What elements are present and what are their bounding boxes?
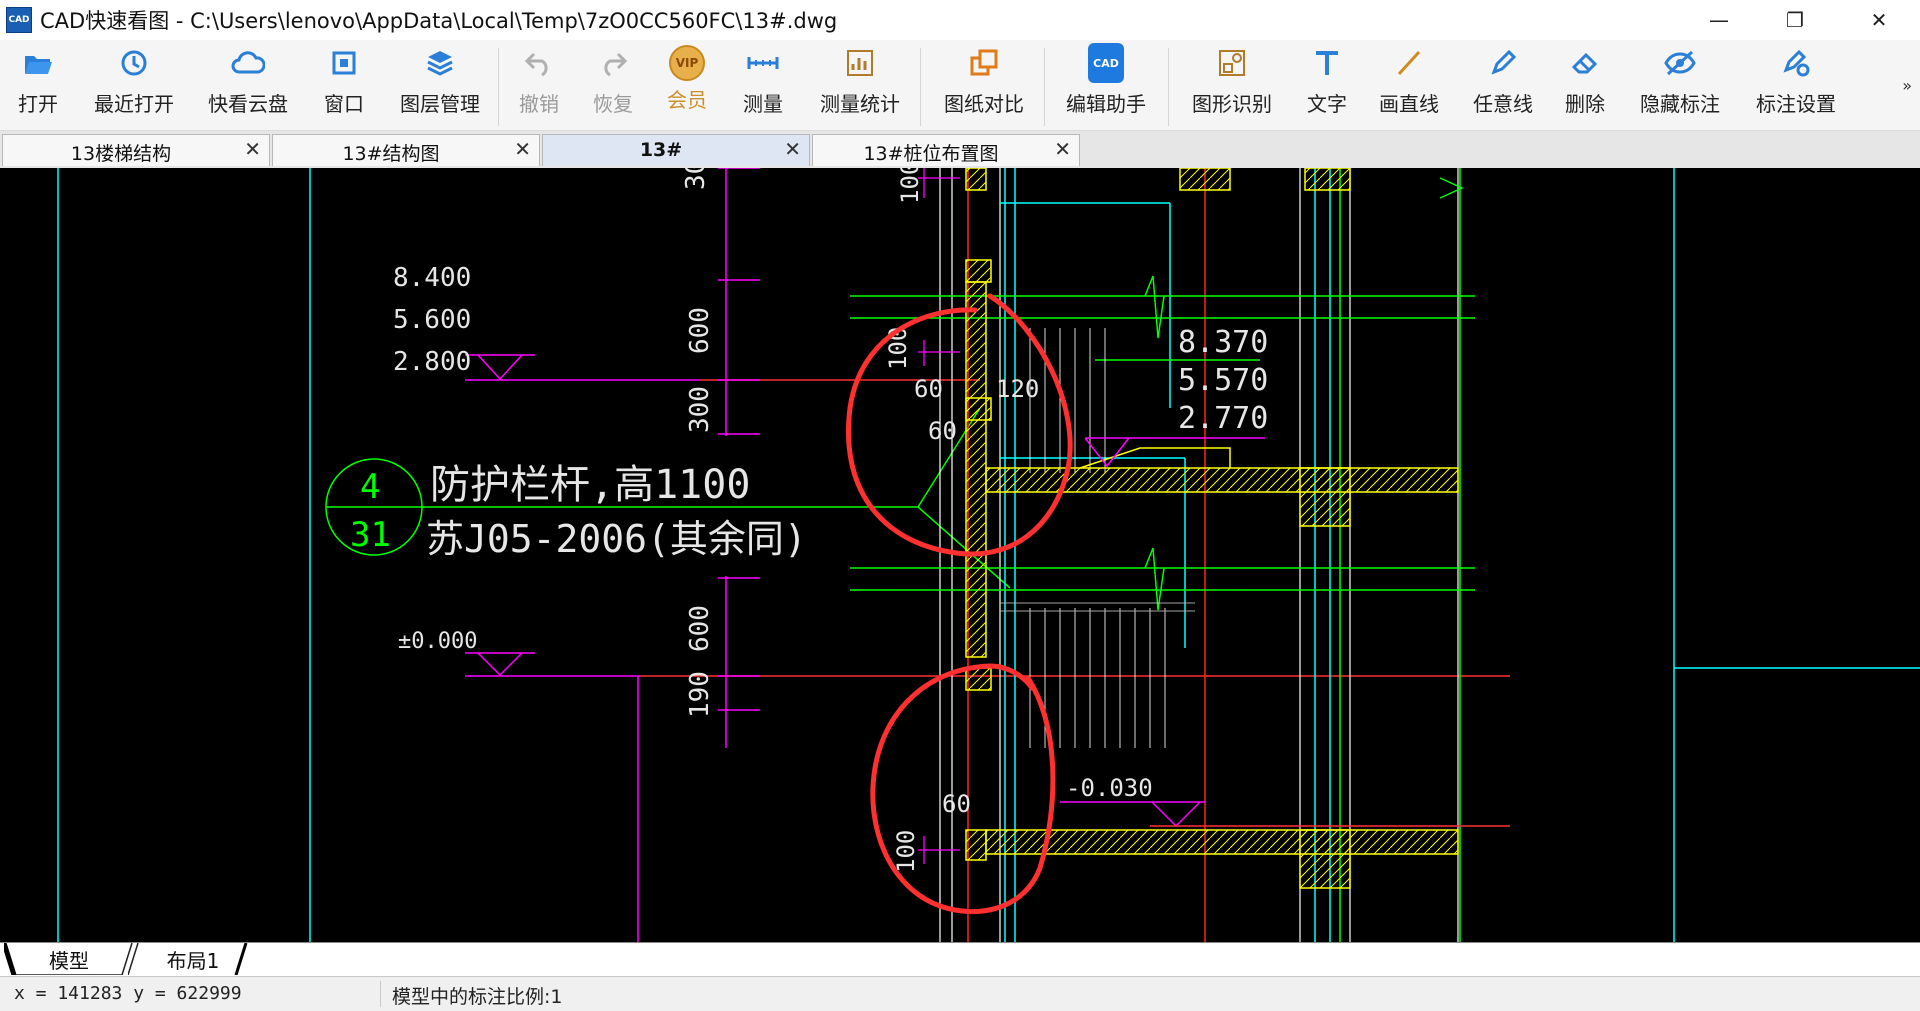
toolbar-more-button[interactable]: » (1902, 76, 1912, 95)
line-icon (1391, 46, 1427, 80)
elevation-label: 5.600 (393, 305, 471, 335)
tab-13-structure-drawing[interactable]: 13#结构图 ✕ (272, 134, 540, 166)
undo-button[interactable]: 撤销 (514, 46, 564, 126)
freehand-button[interactable]: 任意线 (1466, 46, 1540, 126)
annotation-settings-button[interactable]: 标注设置 (1748, 46, 1844, 126)
close-window-button[interactable]: ✕ (1842, 0, 1916, 40)
compare-icon (966, 46, 1002, 80)
hide-annotation-button[interactable]: 隐藏标注 (1632, 46, 1728, 126)
tab-model[interactable]: 模型 (4, 943, 134, 975)
tab-13-stair-structure[interactable]: 13楼梯结构 ✕ (2, 134, 270, 166)
delete-button[interactable]: 删除 (1560, 46, 1610, 126)
dimension-label: 100 (896, 168, 924, 204)
elevation-marker-right (1060, 437, 1510, 828)
document-tab-bar: 13楼梯结构 ✕ 13#结构图 ✕ 13# ✕ 13#桩位布置图 ✕ (0, 131, 1920, 168)
dimension-label: 30 (681, 168, 711, 190)
dimension-label: 60 (942, 790, 971, 818)
ruler-icon (745, 46, 781, 80)
dimension-label: 600 (685, 605, 715, 652)
eye-slash-icon (1662, 46, 1698, 80)
elevation-zero-label: ±0.000 (398, 629, 477, 654)
elevation-label: -0.030 (1066, 774, 1153, 802)
pen-gear-icon (1778, 46, 1814, 80)
redo-icon (595, 46, 631, 80)
shape-recognition-icon (1214, 46, 1250, 80)
toolbar-separator (1168, 48, 1169, 126)
elevation-label: 8.400 (393, 263, 471, 293)
measure-button[interactable]: 测量 (738, 46, 788, 126)
restore-button[interactable]: ❐ (1758, 0, 1832, 40)
cloud-icon (230, 46, 266, 80)
tab-13-pile-layout[interactable]: 13#桩位布置图 ✕ (812, 134, 1080, 166)
title-bar: CAD CAD快速看图 - C:\Users\lenovo\AppData\Lo… (0, 0, 1920, 40)
elevation-marker-lower (465, 652, 1510, 942)
cloud-button[interactable]: 快看云盘 (200, 46, 296, 126)
callout-number: 4 (360, 467, 380, 507)
stats-icon (842, 46, 878, 80)
toolbar-separator (498, 48, 499, 126)
tab-close-icon[interactable]: ✕ (514, 137, 531, 161)
tab-close-icon[interactable]: ✕ (244, 137, 261, 161)
shape-recognition-button[interactable]: 图形识别 (1184, 46, 1280, 126)
dimension-label: 60 (914, 375, 943, 403)
cursor-coordinates: x = 141283 y = 622999 (14, 983, 242, 1004)
tab-close-icon[interactable]: ✕ (784, 137, 801, 161)
drawing-canvas[interactable]: 8.400 5.600 2.800 ±0.000 30 600 300 600 … (0, 168, 1920, 942)
elevation-label: 8.370 (1178, 325, 1268, 360)
dimension-label: 300 (685, 386, 715, 433)
compare-button[interactable]: 图纸对比 (936, 46, 1032, 126)
status-separator (380, 981, 381, 1007)
status-bar: x = 141283 y = 622999 模型中的标注比例:1 (0, 976, 1920, 1011)
minimize-button[interactable]: — (1682, 0, 1756, 40)
detail-dimensions (918, 168, 960, 864)
main-toolbar: 打开 最近打开 快看云盘 窗口 图层管理 撤销 恢复 VIP 会员 测量 测量统… (0, 40, 1920, 131)
window-icon (326, 46, 362, 80)
folder-open-icon (20, 46, 56, 80)
tab-13[interactable]: 13# ✕ (542, 134, 810, 166)
edit-assistant-icon: CAD (1088, 43, 1124, 83)
layers-button[interactable]: 图层管理 (392, 46, 488, 126)
toolbar-separator (920, 48, 921, 126)
app-logo-icon: CAD (6, 7, 32, 33)
dimension-label: 60 (928, 417, 957, 445)
layout-tab-bar: 模型 布局1 (0, 942, 1920, 977)
window-button[interactable]: 窗口 (316, 46, 372, 126)
redo-button[interactable]: 恢复 (588, 46, 638, 126)
recent-button[interactable]: 最近打开 (86, 46, 182, 126)
dimension-label: 190 (685, 671, 715, 718)
vip-button[interactable]: VIP 会员 (662, 45, 712, 126)
dimension-label: 120 (996, 375, 1039, 403)
railing-spec: 苏J05-2006(其余同) (426, 517, 807, 561)
text-tool-button[interactable]: 文字 (1302, 46, 1352, 126)
draw-line-button[interactable]: 画直线 (1372, 46, 1446, 126)
callout-sheet: 31 (350, 515, 391, 555)
elevation-label: 2.770 (1178, 401, 1268, 436)
undo-icon (521, 46, 557, 80)
tab-close-icon[interactable]: ✕ (1054, 137, 1071, 161)
pen-icon (1485, 46, 1521, 80)
open-button[interactable]: 打开 (10, 46, 66, 126)
elevation-label: 5.570 (1178, 363, 1268, 398)
window-title: CAD快速看图 - C:\Users\lenovo\AppData\Local\… (40, 9, 838, 33)
toolbar-separator (1044, 48, 1045, 126)
text-t-icon (1309, 46, 1345, 80)
dimension-chain (718, 168, 760, 748)
tab-layout1[interactable]: 布局1 (128, 943, 258, 975)
vip-badge-icon: VIP (669, 45, 705, 81)
measure-stats-button[interactable]: 测量统计 (812, 46, 908, 126)
layers-icon (422, 46, 458, 80)
edit-assistant-button[interactable]: CAD 编辑助手 (1058, 43, 1154, 126)
history-icon (116, 46, 152, 80)
railing-note: 防护栏杆,高1100 (430, 462, 750, 508)
dimension-label: 600 (685, 307, 715, 354)
elevation-label: 2.800 (393, 347, 471, 377)
dimension-label: 100 (892, 830, 920, 873)
annotation-scale: 模型中的标注比例:1 (392, 986, 563, 1008)
eraser-icon (1567, 46, 1603, 80)
